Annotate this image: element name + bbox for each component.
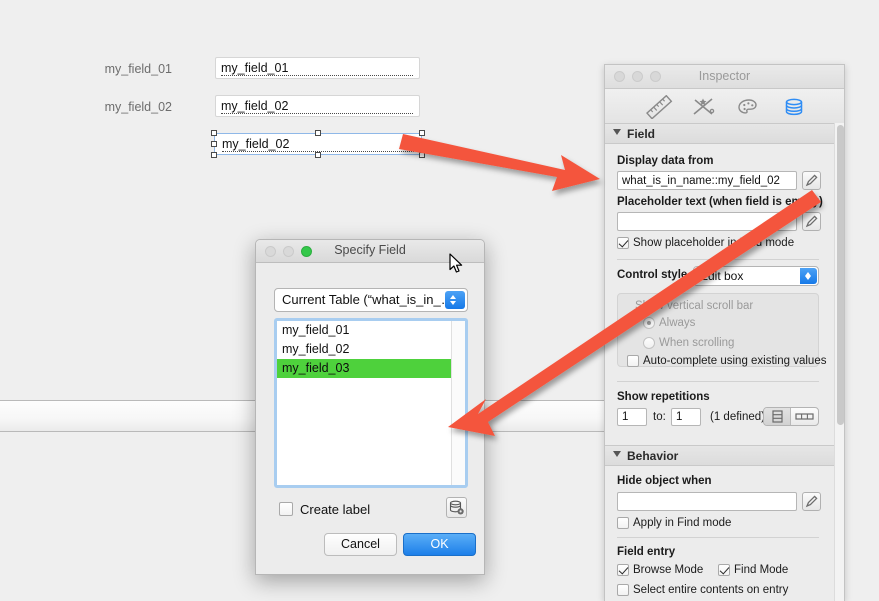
- field-entry-label: Field entry: [617, 546, 676, 558]
- show-placeholder-checkbox[interactable]: [617, 237, 629, 249]
- specify-field-dialog[interactable]: Specify Field Current Table (“what_is_in…: [255, 239, 485, 575]
- chevron-updown-icon[interactable]: [800, 268, 817, 284]
- list-item[interactable]: my_field_01: [277, 321, 451, 340]
- field-section-title: Field: [627, 126, 656, 141]
- inspector-title: Inspector: [698, 69, 751, 83]
- pencil-icon: [805, 495, 818, 508]
- table-selector-popup[interactable]: Current Table (“what_is_in_…: [274, 288, 468, 312]
- always-radio[interactable]: [643, 317, 655, 329]
- repetition-from-input[interactable]: 1: [617, 408, 647, 426]
- field-label-01: my_field_01: [104, 62, 172, 76]
- repetition-orientation-segmented[interactable]: [763, 407, 819, 426]
- vertical-orientation-button[interactable]: [764, 408, 791, 425]
- behavior-section-header[interactable]: Behavior: [605, 445, 834, 466]
- resize-handle-middle-right[interactable]: [419, 141, 425, 147]
- ruler-icon: [642, 94, 676, 122]
- inspector-content[interactable]: Field Display data from what_is_in_name:…: [605, 123, 844, 601]
- disclosure-triangle-icon[interactable]: [613, 129, 621, 135]
- placeholder-text-input[interactable]: [617, 212, 797, 231]
- field-baseline-dots-01: [221, 75, 413, 76]
- control-style-value: Edit box: [700, 269, 744, 283]
- repetitions-defined-label: (1 defined): [710, 411, 765, 423]
- resize-handle-bottom-center[interactable]: [315, 152, 321, 158]
- hide-object-when-edit-button[interactable]: [802, 492, 821, 511]
- show-vertical-scroll-bar-label: Show vertical scroll bar: [635, 300, 754, 312]
- palette-icon: [732, 99, 766, 122]
- resize-handle-top-left[interactable]: [211, 130, 217, 136]
- field-baseline-dots-02: [221, 113, 413, 114]
- hide-object-when-input[interactable]: [617, 492, 797, 511]
- divider-3: [617, 537, 819, 538]
- manage-database-button[interactable]: [446, 497, 467, 518]
- divider-2: [617, 381, 819, 382]
- list-item[interactable]: my_field_03: [277, 359, 451, 378]
- wand-icon: [687, 98, 721, 122]
- divider-1: [617, 259, 819, 260]
- inspector-titlebar[interactable]: Inspector: [605, 65, 844, 89]
- show-placeholder-label: Show placeholder in Find mode: [633, 237, 795, 249]
- field-value-01: my_field_01: [221, 61, 289, 75]
- database-icon: [777, 98, 811, 122]
- find-mode-label: Find Mode: [734, 564, 789, 576]
- hide-object-when-label: Hide object when: [617, 475, 712, 487]
- mouse-cursor: [449, 253, 463, 273]
- database-gear-icon: [449, 500, 464, 515]
- list-item[interactable]: my_field_02: [277, 340, 451, 359]
- browse-mode-checkbox[interactable]: [617, 564, 629, 576]
- create-label-checkbox[interactable]: [279, 502, 293, 516]
- browse-mode-label: Browse Mode: [633, 564, 704, 576]
- create-label-text: Create label: [300, 502, 371, 517]
- table-selector-value: Current Table (“what_is_in_…: [282, 292, 454, 307]
- when-scrolling-radio[interactable]: [643, 337, 655, 349]
- resize-handle-bottom-right[interactable]: [419, 152, 425, 158]
- repetition-to-label: to:: [653, 411, 666, 423]
- horizontal-orientation-button[interactable]: [791, 408, 818, 425]
- apply-in-find-mode-label: Apply in Find mode: [633, 517, 732, 529]
- always-label: Always: [659, 317, 696, 329]
- placeholder-text-label: Placeholder text (when field is empty): [617, 196, 823, 208]
- field-label-02: my_field_02: [104, 100, 172, 114]
- autocomplete-checkbox[interactable]: [627, 355, 639, 367]
- control-style-popup[interactable]: Edit box: [693, 266, 819, 286]
- show-repetitions-label: Show repetitions: [617, 391, 710, 403]
- field-section-header[interactable]: Field: [605, 123, 834, 144]
- field-list[interactable]: my_field_01 my_field_02 my_field_03: [274, 318, 468, 488]
- columns-icon: [795, 413, 814, 420]
- data-tab[interactable]: [777, 95, 811, 119]
- apply-in-find-mode-checkbox[interactable]: [617, 517, 629, 529]
- control-style-label: Control style: [617, 269, 688, 281]
- chevron-updown-icon[interactable]: [445, 291, 465, 309]
- resize-handle-top-right[interactable]: [419, 130, 425, 136]
- resize-handle-top-center[interactable]: [315, 130, 321, 136]
- select-entire-contents-label: Select entire contents on entry: [633, 584, 789, 596]
- rows-icon: [772, 410, 783, 423]
- disclosure-triangle-icon[interactable]: [613, 451, 621, 457]
- pencil-icon: [805, 174, 818, 187]
- cancel-button[interactable]: Cancel: [324, 533, 397, 556]
- placeholder-edit-button[interactable]: [802, 212, 821, 231]
- resize-handle-middle-left[interactable]: [211, 141, 217, 147]
- appearance-tab[interactable]: [732, 95, 766, 119]
- find-mode-checkbox[interactable]: [718, 564, 730, 576]
- select-entire-contents-checkbox[interactable]: [617, 584, 629, 596]
- selected-field-value: my_field_02: [222, 137, 290, 151]
- ok-button[interactable]: OK: [403, 533, 476, 556]
- field-list-scrollbar[interactable]: [451, 321, 465, 485]
- pencil-icon: [805, 215, 818, 228]
- display-data-from-label: Display data from: [617, 155, 714, 167]
- behavior-section-title: Behavior: [627, 448, 679, 463]
- field-value-02: my_field_02: [221, 99, 289, 113]
- display-data-from-edit-button[interactable]: [802, 171, 821, 190]
- inspector-window[interactable]: Inspector Field Display data from what_i…: [604, 64, 845, 601]
- autocomplete-label: Auto-complete using existing values: [643, 355, 827, 367]
- inspector-tabbar[interactable]: [605, 89, 844, 124]
- resize-handle-bottom-left[interactable]: [211, 152, 217, 158]
- display-data-from-input[interactable]: what_is_in_name::my_field_02: [617, 171, 797, 190]
- inspector-scrollbar-thumb[interactable]: [837, 125, 844, 425]
- repetition-to-input[interactable]: 1: [671, 408, 701, 426]
- when-scrolling-label: When scrolling: [659, 337, 735, 349]
- styles-tab[interactable]: [687, 95, 721, 119]
- position-tab[interactable]: [642, 94, 676, 122]
- inspector-scrollbar-track[interactable]: [834, 123, 844, 601]
